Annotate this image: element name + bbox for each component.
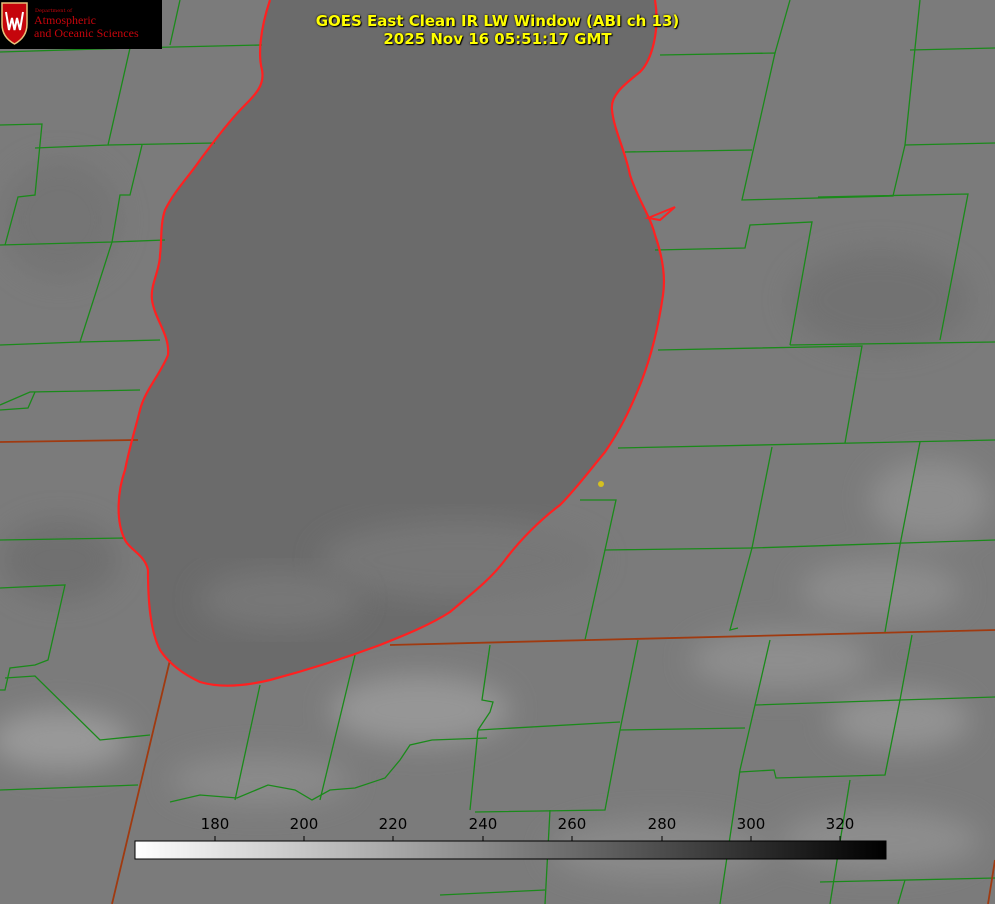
map-canvas [0,0,995,904]
colorbar-tick-label: 180 [200,815,230,833]
colorbar-tick-label: 220 [378,815,408,833]
lake-cloud [320,520,600,600]
aos-logo[interactable]: Department of Atmospheric and Oceanic Sc… [0,0,162,49]
colorbar [134,840,887,860]
colorbar-tick-label: 280 [647,815,677,833]
lake-cloud-west [200,570,360,630]
uw-crest-icon [1,2,28,45]
image-timestamp: 2025 Nov 16 05:51:17 GMT [383,30,612,48]
station-marker [598,481,604,487]
colorbar-tick-label: 240 [468,815,498,833]
colorbar-tick-label: 260 [557,815,587,833]
satellite-map: 180 200 220 240 260 280 300 320 Departme… [0,0,995,904]
colorbar-tick-label: 300 [736,815,766,833]
image-title: GOES East Clean IR LW Window (ABI ch 13) [315,12,680,30]
logo-name-line2: and Oceanic Sciences [34,26,139,40]
colorbar-tick-label: 200 [289,815,319,833]
colorbar-tick-label: 320 [825,815,855,833]
